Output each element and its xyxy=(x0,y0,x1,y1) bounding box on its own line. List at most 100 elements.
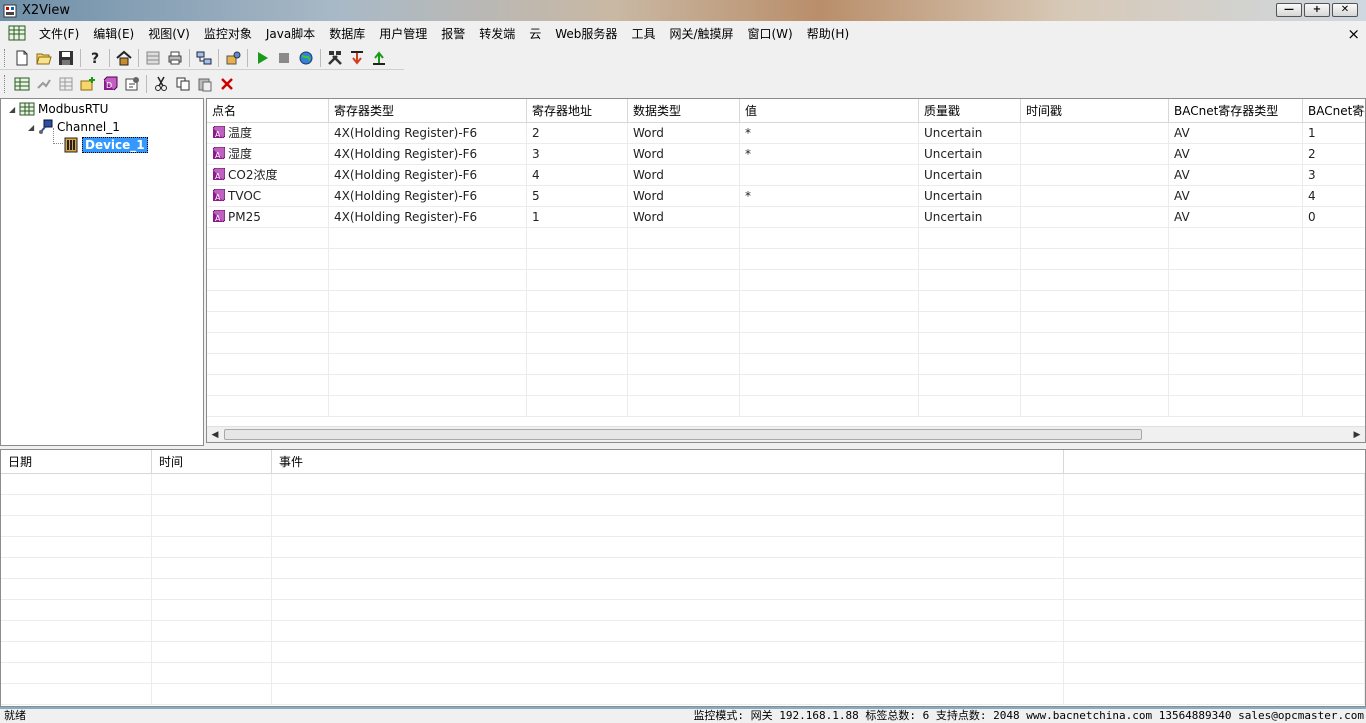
menu-forwarder[interactable]: 转发端 xyxy=(472,25,522,42)
table-row[interactable]: A PM25 4X(Holding Register)-F6 1 Word Uncerta… xyxy=(207,207,1365,228)
toolbar-separator xyxy=(109,48,110,67)
grid-column-header[interactable]: 时间戳 xyxy=(1021,99,1169,123)
log-header: 日期 时间 事件 xyxy=(1,450,1365,474)
add-point-icon[interactable] xyxy=(77,74,99,94)
add-device-icon[interactable] xyxy=(11,74,33,94)
grid-column-header[interactable]: 质量戳 xyxy=(919,99,1021,123)
table-row[interactable]: A TVOC 4X(Holding Register)-F6 5 Word * Uncert… xyxy=(207,186,1365,207)
scroll-right-icon[interactable]: ▶ xyxy=(1349,427,1365,442)
new-icon[interactable] xyxy=(11,48,33,68)
mdi-close-button[interactable]: × xyxy=(1347,25,1360,43)
tree-node-channel[interactable]: ◢ Channel_1 xyxy=(28,118,120,136)
cube-icon[interactable]: D xyxy=(99,74,121,94)
expand-icon[interactable]: ◢ xyxy=(28,123,38,132)
help-icon[interactable]: ? xyxy=(84,48,106,68)
menu-view[interactable]: 视图(V) xyxy=(141,25,197,42)
table-cell: AV xyxy=(1169,207,1303,228)
grid-column-header[interactable]: BACnet寄存 xyxy=(1303,99,1365,123)
grid-column-header[interactable]: BACnet寄存器类型 xyxy=(1169,99,1303,123)
scroll-left-icon[interactable]: ◀ xyxy=(207,427,223,442)
menu-gateway[interactable]: 网关/触摸屏 xyxy=(662,25,740,42)
copy-icon[interactable] xyxy=(172,74,194,94)
log-cell xyxy=(272,579,1064,600)
menu-alarm[interactable]: 报警 xyxy=(434,25,472,42)
grid-icon[interactable] xyxy=(142,48,164,68)
table-cell: A PM25 xyxy=(207,207,329,228)
app-icon[interactable] xyxy=(3,4,17,18)
network-icon[interactable] xyxy=(193,48,215,68)
menu-edit[interactable]: 编辑(E) xyxy=(86,25,141,42)
minimize-button[interactable]: — xyxy=(1276,3,1302,17)
table-cell xyxy=(207,354,329,375)
empty-row xyxy=(207,312,1365,333)
table-cell xyxy=(1021,207,1169,228)
expand-icon[interactable]: ◢ xyxy=(9,105,19,114)
table-cell xyxy=(329,375,527,396)
cell-text: AV xyxy=(1174,189,1190,203)
tree-node-root[interactable]: ◢ ModbusRTU xyxy=(9,100,108,118)
table-row[interactable]: A 湿度 4X(Holding Register)-F6 3 Word * Uncertai… xyxy=(207,144,1365,165)
menu-java-script[interactable]: Java脚本 xyxy=(259,25,322,42)
cell-text: AV xyxy=(1174,126,1190,140)
globe-icon[interactable] xyxy=(295,48,317,68)
menu-web-server[interactable]: Web服务器 xyxy=(548,25,624,42)
log-cell xyxy=(272,495,1064,516)
table-cell xyxy=(1021,375,1169,396)
plugin-icon[interactable] xyxy=(222,48,244,68)
tools-icon[interactable] xyxy=(324,48,346,68)
log-column-date[interactable]: 日期 xyxy=(1,450,152,474)
save-icon[interactable] xyxy=(55,48,77,68)
grid-column-header[interactable]: 值 xyxy=(740,99,919,123)
menu-database[interactable]: 数据库 xyxy=(322,25,372,42)
grid-column-header[interactable]: 数据类型 xyxy=(628,99,740,123)
menu-tools[interactable]: 工具 xyxy=(624,25,662,42)
stop-icon[interactable] xyxy=(273,48,295,68)
toolbar-grip[interactable] xyxy=(4,75,7,93)
cell-text: 4X(Holding Register)-F6 xyxy=(334,126,478,140)
scrollbar-thumb[interactable] xyxy=(224,429,1142,440)
table-row[interactable]: A CO2浓度 4X(Holding Register)-F6 4 Word Uncert… xyxy=(207,165,1365,186)
load-icon[interactable] xyxy=(346,48,368,68)
menu-monitor-object[interactable]: 监控对象 xyxy=(197,25,259,42)
table-cell: 5 xyxy=(527,186,628,207)
up-icon[interactable] xyxy=(368,48,390,68)
menu-cloud[interactable]: 云 xyxy=(522,25,548,42)
connect-icon[interactable] xyxy=(33,74,55,94)
tree-device-label: Device_1 xyxy=(82,137,148,153)
delete-icon[interactable] xyxy=(216,74,238,94)
close-button[interactable]: ✕ xyxy=(1332,3,1358,17)
tree-node-device[interactable]: Device_1 xyxy=(63,136,148,154)
table-icon[interactable] xyxy=(55,74,77,94)
cell-text: 1 xyxy=(532,210,540,224)
menu-user-management[interactable]: 用户管理 xyxy=(372,25,434,42)
log-column-time[interactable]: 时间 xyxy=(152,450,272,474)
cell-text: Uncertain xyxy=(924,147,983,161)
log-row xyxy=(1,684,1365,705)
menu-help[interactable]: 帮助(H) xyxy=(800,25,856,42)
home-icon[interactable] xyxy=(113,48,135,68)
cell-text: 4X(Holding Register)-F6 xyxy=(334,168,478,182)
grid-column-header[interactable]: 点名 xyxy=(207,99,329,123)
log-column-event[interactable]: 事件 xyxy=(272,450,1064,474)
open-icon[interactable] xyxy=(33,48,55,68)
menu-window[interactable]: 窗口(W) xyxy=(741,25,800,42)
menu-file[interactable]: 文件(F) xyxy=(32,25,86,42)
run-icon[interactable] xyxy=(251,48,273,68)
toolbar-separator xyxy=(189,48,190,67)
toolbar-grip[interactable] xyxy=(4,48,7,67)
maximize-button[interactable]: + xyxy=(1304,3,1330,17)
properties-icon[interactable] xyxy=(121,74,143,94)
table-row[interactable]: A 温度 4X(Holding Register)-F6 2 Word * Uncertai… xyxy=(207,123,1365,144)
paste-icon[interactable] xyxy=(194,74,216,94)
cell-text: 4X(Holding Register)-F6 xyxy=(334,189,478,203)
print-icon[interactable] xyxy=(164,48,186,68)
grid-column-header[interactable]: 寄存器地址 xyxy=(527,99,628,123)
log-cell xyxy=(152,600,272,621)
cut-icon[interactable] xyxy=(150,74,172,94)
table-cell xyxy=(628,375,740,396)
table-cell: Uncertain xyxy=(919,123,1021,144)
table-cell xyxy=(527,249,628,270)
mdi-document-icon[interactable] xyxy=(8,25,26,41)
grid-column-header[interactable]: 寄存器类型 xyxy=(329,99,527,123)
horizontal-scrollbar[interactable]: ◀ ▶ xyxy=(207,426,1365,442)
